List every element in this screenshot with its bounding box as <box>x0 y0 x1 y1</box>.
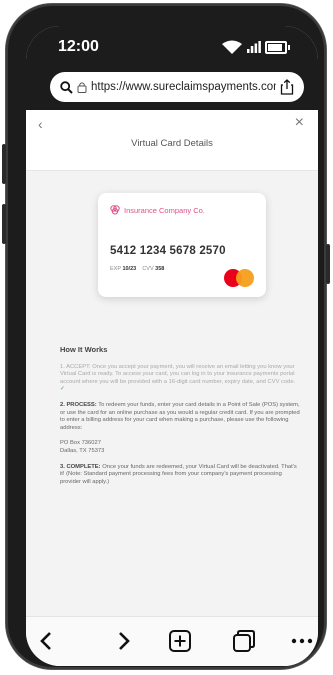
virtual-card: Insurance Company Co. 5412 1234 5678 257… <box>98 193 266 297</box>
billing-address: PO Box 736027 Dallas, TX 75373 <box>60 440 300 455</box>
card-brand: Insurance Company Co. <box>110 205 205 215</box>
forward-button[interactable] <box>110 627 138 655</box>
mastercard-yellow-circle <box>236 269 254 287</box>
step-process: 2. PROCESS: To redeem your funds, enter … <box>60 402 300 432</box>
new-tab-button[interactable] <box>166 627 194 655</box>
how-it-works: How It Works 1. ACCEPT: Once you accept … <box>60 346 300 494</box>
address-line-2: Dallas, TX 75373 <box>60 447 105 454</box>
page-title: Virtual Card Details <box>131 138 213 149</box>
screen: 12:00 https://www.sureclaimspayments.com… <box>26 26 318 666</box>
web-page: ‹ × Virtual Card Details Insurance Compa… <box>26 110 318 620</box>
step-process-label: 2. PROCESS: <box>60 401 97 408</box>
tabs-button[interactable] <box>230 627 258 655</box>
tabs-icon <box>233 630 255 652</box>
phone-frame: 12:00 https://www.sureclaimspayments.com… <box>2 4 330 669</box>
how-heading: How It Works <box>60 345 108 354</box>
plus-square-icon <box>169 630 191 652</box>
address-bar[interactable]: https://www.sureclaimspayments.com <box>50 72 304 102</box>
search-icon <box>60 80 73 94</box>
lock-icon <box>77 82 87 93</box>
close-icon[interactable]: × <box>295 114 304 132</box>
battery-icon <box>265 40 287 54</box>
more-icon <box>291 638 313 644</box>
wifi-icon <box>222 40 242 54</box>
card-brand-name: Insurance Company Co. <box>124 205 205 215</box>
step-accept-label: 1. ACCEPT: <box>60 363 91 370</box>
side-button <box>326 244 330 284</box>
cvv-label: CVV <box>142 266 154 272</box>
exp-value: 10/23 <box>122 266 137 272</box>
page-header: ‹ × Virtual Card Details <box>26 110 318 171</box>
brand-logo-icon <box>110 205 120 215</box>
exp-label: EXP <box>110 266 121 272</box>
back-chevron-icon[interactable]: ‹ <box>38 116 43 132</box>
more-button[interactable] <box>288 627 316 655</box>
battery-tip <box>288 44 290 50</box>
url-text: https://www.sureclaimspayments.com <box>91 81 276 93</box>
status-icons <box>221 40 290 54</box>
step-complete-label: 3. COMPLETE: <box>60 463 101 470</box>
side-button <box>2 144 6 184</box>
card-number: 5412 1234 5678 2570 <box>110 245 226 257</box>
mastercard-logo-icon <box>224 269 254 287</box>
cvv-value: 358 <box>155 266 165 272</box>
share-icon[interactable] <box>280 79 294 95</box>
chevron-right-icon <box>119 632 130 650</box>
chevron-left-icon <box>40 632 51 650</box>
address-line-1: PO Box 736027 <box>60 440 101 447</box>
browser-bottom-bar <box>26 616 318 666</box>
check-icon: ✓ <box>60 386 65 393</box>
status-time: 12:00 <box>58 38 99 55</box>
card-meta: EXP 10/23 CVV 358 <box>110 266 164 272</box>
signal-icon <box>247 41 261 53</box>
back-button[interactable] <box>32 627 60 655</box>
side-button <box>2 204 6 244</box>
page-body: Insurance Company Co. 5412 1234 5678 257… <box>26 171 318 620</box>
step-complete: 3. COMPLETE: Once your funds are redeeme… <box>60 464 300 487</box>
step-accept: 1. ACCEPT: Once you accept your payment,… <box>60 364 300 394</box>
step-accept-text: Once you accept your payment, you will r… <box>60 363 296 385</box>
